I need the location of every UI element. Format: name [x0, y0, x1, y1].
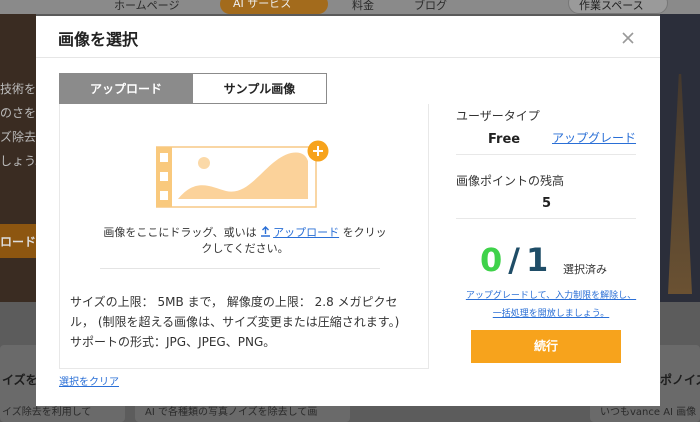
nav-ai-services-label: AI サービス [233, 0, 292, 10]
hero-text-line: ズ除去 [0, 130, 36, 144]
upgrade-promo[interactable]: アップグレードして、入力制限を解除し、 一括処理を開放しましょう。 [456, 287, 646, 323]
hero-text-line: のさを [0, 106, 36, 120]
nav-pricing[interactable]: 料金 [352, 0, 374, 13]
selected-separator: / [508, 241, 520, 279]
tab-sample-images[interactable]: サンプル画像 [193, 73, 327, 104]
upload-icon [261, 226, 271, 237]
workspace-button[interactable]: 作業スペース [568, 0, 668, 14]
nav-ai-services[interactable]: AI サービス [220, 0, 328, 14]
limits-size-resolution: サイズの上限： 5MB まで， 解像度の上限： 2.8 メガピクセル， (制限を… [70, 295, 400, 329]
background-nav-bar: ホームページ AI サービス 料金 ブログ 作業スペース [0, 0, 700, 14]
user-type-label: ユーザータイプ [456, 109, 540, 123]
drag-text-prefix: 画像をここにドラッグ、或いは [103, 226, 257, 239]
hero-upload-button[interactable]: ロード [0, 224, 36, 258]
continue-button[interactable]: 続行 [471, 330, 621, 363]
hero-upload-button-label: ロード [0, 235, 36, 249]
selection-counter: 0/1 [480, 243, 548, 277]
close-icon[interactable] [620, 30, 636, 46]
upload-dropzone[interactable]: 画像をここにドラッグ、或いは アップロード をクリックしてください。 サイズの上… [59, 104, 429, 369]
promo-line[interactable]: 一括処理を開放しましょう。 [493, 309, 609, 319]
tab-upload[interactable]: アップロード [59, 73, 193, 104]
upload-link[interactable]: アップロード [273, 226, 339, 239]
points-label: 画像ポイントの残高 [456, 174, 565, 188]
background-hero-right [660, 14, 700, 302]
upgrade-link[interactable]: アップグレード [552, 129, 636, 146]
source-tabs: アップロード サンプル画像 [59, 73, 327, 104]
feature-card-title: イズを [2, 373, 38, 387]
selected-count: 0 [480, 241, 503, 279]
hero-text-line: しょう。 [0, 154, 36, 168]
sidebar-divider [456, 218, 636, 219]
upload-limits: サイズの上限： 5MB まで， 解像度の上限： 2.8 メガピクセル， (制限を… [70, 292, 420, 352]
limits-formats: サポートの形式：JPG、JPEG、PNG。 [70, 335, 276, 349]
select-image-dialog: 画像を選択 アップロード サンプル画像 画像をここにドラッグ、或いは アップロー… [36, 16, 660, 406]
hero-text-line: 技術を [0, 82, 36, 96]
drag-drop-instructions: 画像をここにドラッグ、或いは アップロード をクリックしてください。 [100, 225, 390, 257]
upload-divider [100, 268, 380, 269]
dialog-header-divider [36, 57, 660, 58]
feature-card-title: ポノイズ [660, 373, 700, 387]
hero-image [668, 74, 692, 294]
nav-home[interactable]: ホームページ [114, 0, 179, 13]
promo-line[interactable]: アップグレードして、入力制限を解除し、 [466, 291, 636, 301]
user-type-value: Free [488, 132, 521, 147]
background-hero-left: 技術を のさを ズ除去 しょう。 ロード [0, 14, 36, 302]
dialog-title: 画像を選択 [58, 30, 139, 49]
plus-icon[interactable] [307, 140, 329, 162]
points-value: 5 [542, 196, 552, 211]
clear-selection-link[interactable]: 選択をクリア [59, 373, 119, 388]
workspace-button-label: 作業スペース [579, 0, 644, 12]
sidebar-divider [456, 154, 636, 155]
image-placeholder-icon [155, 139, 317, 209]
selected-limit: 1 [525, 241, 549, 279]
nav-blog[interactable]: ブログ [414, 0, 447, 13]
selected-label: 選択済み [563, 263, 607, 276]
